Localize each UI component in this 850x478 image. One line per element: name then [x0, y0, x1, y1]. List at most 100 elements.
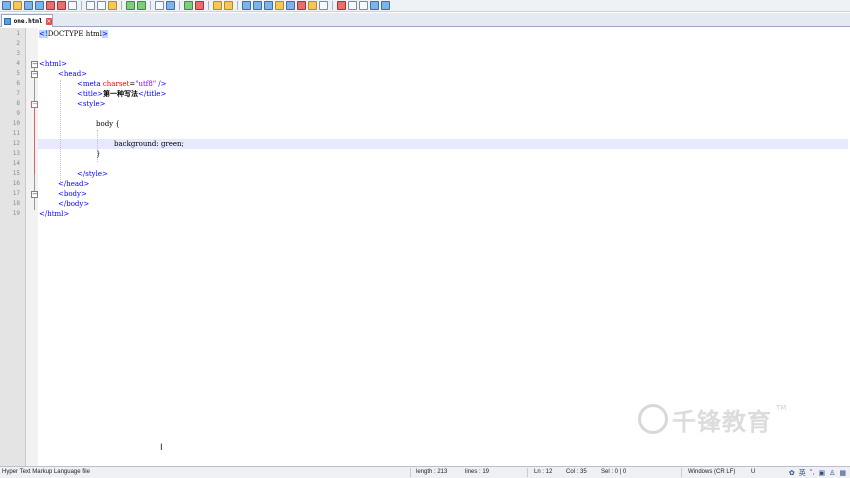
show-all-chars-icon[interactable] — [253, 1, 262, 10]
line-number: 7 — [16, 90, 20, 97]
status-bar: Hyper Text Markup Language file length :… — [0, 466, 850, 478]
folder-workspace-icon[interactable] — [308, 1, 317, 10]
doc-map-icon[interactable] — [286, 1, 295, 10]
attr-charset: charset — [102, 80, 130, 88]
find-icon[interactable] — [155, 1, 164, 10]
redo-icon[interactable] — [137, 1, 146, 10]
stop-macro-icon[interactable] — [348, 1, 357, 10]
undo-icon[interactable] — [126, 1, 135, 10]
run-macro-icon[interactable] — [370, 1, 379, 10]
paste-icon[interactable] — [108, 1, 117, 10]
line-number: 15 — [12, 170, 20, 177]
save-macro-icon[interactable] — [381, 1, 390, 10]
code-line-10: body { — [96, 120, 120, 128]
line-number: 3 — [16, 50, 20, 57]
status-divider — [527, 468, 528, 477]
play-macro-icon[interactable] — [359, 1, 368, 10]
print-icon[interactable] — [68, 1, 77, 10]
sync-vertical-icon[interactable] — [213, 1, 222, 10]
fold-head-icon[interactable]: − — [31, 71, 38, 78]
status-encoding[interactable]: U — [751, 469, 755, 475]
status-sel: Sel : 0 | 0 — [601, 469, 627, 475]
close-icon[interactable] — [46, 1, 55, 10]
line-number: 18 — [12, 200, 20, 207]
ime-lang[interactable]: 英 — [799, 468, 806, 478]
save-all-icon[interactable] — [35, 1, 44, 10]
code-line-19: </html> — [39, 210, 70, 218]
code-line-8: <style> — [77, 100, 106, 108]
close-all-icon[interactable] — [57, 1, 66, 10]
save-icon[interactable] — [24, 1, 33, 10]
toolbar-separator — [179, 1, 180, 10]
fold-line-active — [34, 108, 35, 174]
main-toolbar — [0, 0, 850, 12]
fold-style-icon[interactable]: − — [31, 101, 38, 108]
code-line-6: <meta charset="utf8" /> — [77, 79, 167, 89]
line-number: 1 — [16, 30, 20, 37]
doctype-open: <! — [39, 30, 48, 38]
indent-guide-icon[interactable] — [264, 1, 273, 10]
indent-guide — [60, 80, 61, 182]
monitor-icon[interactable] — [319, 1, 328, 10]
code-line-1: <!DOCTYPE html> — [39, 29, 108, 39]
code-line-16: </head> — [58, 180, 90, 188]
punctuation-icon[interactable]: °, — [810, 469, 815, 476]
function-list-icon[interactable] — [297, 1, 306, 10]
line-number: 19 — [12, 210, 20, 217]
line-number: 9 — [16, 110, 20, 117]
attr-value: "utf8" — [135, 80, 157, 88]
code-editor[interactable]: 1 2 3 4 5 6 7 8 9 10 11 12 13 14 15 16 1… — [0, 28, 850, 466]
code-line-17: <body> — [58, 190, 87, 198]
record-macro-icon[interactable] — [337, 1, 346, 10]
toolbar-separator — [150, 1, 151, 10]
system-tray: ✿ 英 °, ▣ ♙ ▦ — [789, 467, 850, 478]
title-text: 第一种写法 — [102, 89, 138, 98]
tab-one-html[interactable]: one.html × — [1, 14, 53, 27]
line-number: 17 — [12, 190, 20, 197]
line-number-gutter: 1 2 3 4 5 6 7 8 9 10 11 12 13 14 15 16 1… — [0, 28, 26, 466]
code-line-7: <title>第一种写法</title> — [77, 89, 166, 99]
settings-grid-icon[interactable]: ▦ — [839, 469, 846, 477]
word-wrap-icon[interactable] — [242, 1, 251, 10]
udl-icon[interactable] — [275, 1, 284, 10]
code-line-12: background: green; — [114, 140, 184, 148]
doctype-text: DOCTYPE html — [47, 30, 102, 38]
replace-icon[interactable] — [166, 1, 175, 10]
line-number: 13 — [12, 150, 20, 157]
line-number: 14 — [12, 160, 20, 167]
code-line-5: <head> — [58, 70, 88, 78]
tab-bar: one.html × — [0, 13, 850, 27]
cut-icon[interactable] — [86, 1, 95, 10]
tab-label: one.html — [13, 17, 43, 25]
zoom-in-icon[interactable] — [184, 1, 193, 10]
status-eol[interactable]: Windows (CR LF) — [688, 469, 735, 475]
fold-html-icon[interactable]: − — [31, 61, 38, 68]
fold-margin — [26, 28, 38, 466]
ime-icon[interactable]: ✿ — [789, 469, 795, 477]
fold-body-icon[interactable]: − — [31, 191, 38, 198]
user-icon[interactable]: ♙ — [829, 469, 835, 477]
line-number: 16 — [12, 180, 20, 187]
doctype-close: > — [101, 30, 108, 38]
meta-open: <meta — [77, 80, 101, 88]
status-ln: Ln : 12 — [534, 469, 553, 475]
sync-horizontal-icon[interactable] — [224, 1, 233, 10]
title-open: <title> — [77, 90, 103, 98]
close-tab-icon[interactable]: × — [45, 17, 52, 25]
open-file-icon[interactable] — [13, 1, 22, 10]
code-line-15: </style> — [77, 170, 108, 178]
keyboard-icon[interactable]: ▣ — [818, 469, 825, 477]
brand-logo-icon — [638, 404, 668, 434]
watermark-trademark: TM — [776, 404, 787, 412]
new-file-icon[interactable] — [2, 1, 11, 10]
code-line-18: </body> — [58, 200, 90, 208]
status-file-type: Hyper Text Markup Language file — [2, 469, 90, 475]
line-number: 6 — [16, 80, 20, 87]
zoom-out-icon[interactable] — [195, 1, 204, 10]
code-line-4: <html> — [39, 60, 67, 68]
copy-icon[interactable] — [97, 1, 106, 10]
watermark-text: 千锋教育 — [672, 407, 772, 436]
status-col: Col : 35 — [566, 469, 587, 475]
title-close: </title> — [137, 90, 167, 98]
status-lines: lines : 19 — [465, 469, 490, 475]
